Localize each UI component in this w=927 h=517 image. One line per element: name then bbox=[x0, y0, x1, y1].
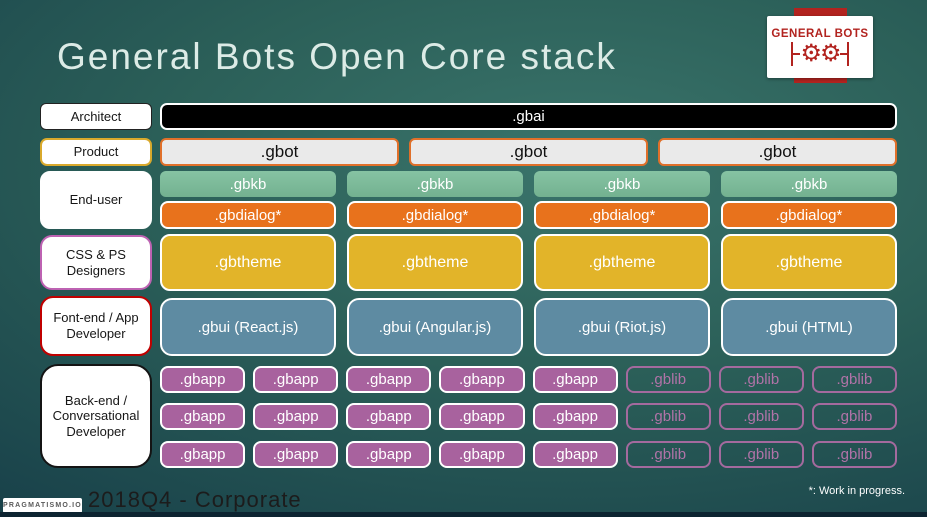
gblib-box: .gblib bbox=[625, 403, 711, 430]
gbtheme-row: .gbtheme .gbtheme .gbtheme .gbtheme bbox=[160, 234, 897, 291]
gbapp-box: .gbapp bbox=[439, 403, 525, 430]
gbui-angular-box: .gbui (Angular.js) bbox=[347, 298, 523, 356]
role-label-product: Product bbox=[40, 138, 152, 166]
gbdialog-box: .gbdialog* bbox=[721, 201, 897, 229]
gbtheme-box: .gbtheme bbox=[721, 234, 897, 291]
gbai-box: .gbai bbox=[160, 103, 897, 130]
role-label-frontend-app-developer: Font-end / App Developer bbox=[40, 296, 152, 356]
gbtheme-box: .gbtheme bbox=[347, 234, 523, 291]
pragmatismo-badge: PRAGMATISMO.IO bbox=[3, 498, 82, 513]
app-grid-row: .gbapp .gbapp .gbapp .gbapp .gbapp .gbli… bbox=[160, 441, 897, 468]
gbkb-box: .gbkb bbox=[534, 171, 710, 197]
role-label-backend-conversational-developer: Back-end / Conversational Developer bbox=[40, 364, 152, 468]
role-label-end-user: End-user bbox=[40, 171, 152, 229]
stack-diagram: .gbai .gbot .gbot .gbot .gbkb .gbkb .gbk… bbox=[160, 0, 897, 517]
gbdialog-box: .gbdialog* bbox=[160, 201, 336, 229]
gbui-html-box: .gbui (HTML) bbox=[721, 298, 897, 356]
gblib-box: .gblib bbox=[811, 366, 897, 393]
gblib-box: .gblib bbox=[718, 366, 804, 393]
gbdialog-box: .gbdialog* bbox=[347, 201, 523, 229]
gbapp-box: .gbapp bbox=[160, 366, 246, 393]
gbdialog-row: .gbdialog* .gbdialog* .gbdialog* .gbdial… bbox=[160, 201, 897, 229]
gbapp-box: .gbapp bbox=[253, 441, 339, 468]
gbapp-box: .gbapp bbox=[253, 366, 339, 393]
footer-text: 2018Q4 - Corporate bbox=[88, 487, 302, 512]
gbdialog-box: .gbdialog* bbox=[534, 201, 710, 229]
app-grid-row: .gbapp .gbapp .gbapp .gbapp .gbapp .gbli… bbox=[160, 366, 897, 393]
gbapp-box: .gbapp bbox=[160, 441, 246, 468]
gbkb-box: .gbkb bbox=[347, 171, 523, 197]
gbapp-box: .gbapp bbox=[160, 403, 246, 430]
gbapp-box: .gbapp bbox=[346, 403, 432, 430]
gbot-box: .gbot bbox=[160, 138, 399, 166]
gbai-row: .gbai bbox=[160, 103, 897, 130]
gbapp-box: .gbapp bbox=[439, 441, 525, 468]
gbapp-box: .gbapp bbox=[532, 403, 618, 430]
gbkb-row: .gbkb .gbkb .gbkb .gbkb bbox=[160, 171, 897, 197]
gblib-box: .gblib bbox=[718, 403, 804, 430]
gbapp-box: .gbapp bbox=[532, 366, 618, 393]
work-in-progress-footnote: *: Work in progress. bbox=[808, 485, 905, 497]
role-label-architect: Architect bbox=[40, 103, 152, 130]
gblib-box: .gblib bbox=[718, 441, 804, 468]
role-label-css-ps-designers: CSS & PS Designers bbox=[40, 235, 152, 290]
gbui-row: .gbui (React.js) .gbui (Angular.js) .gbu… bbox=[160, 298, 897, 356]
gbkb-box: .gbkb bbox=[721, 171, 897, 197]
gbot-row: .gbot .gbot .gbot bbox=[160, 138, 897, 166]
gbapp-box: .gbapp bbox=[346, 366, 432, 393]
gbui-riot-box: .gbui (Riot.js) bbox=[534, 298, 710, 356]
slide-bottom-edge bbox=[0, 512, 927, 517]
gblib-box: .gblib bbox=[625, 441, 711, 468]
gbapp-box: .gbapp bbox=[439, 366, 525, 393]
gbapp-box: .gbapp bbox=[346, 441, 432, 468]
gblib-box: .gblib bbox=[625, 366, 711, 393]
gbot-box: .gbot bbox=[409, 138, 648, 166]
gbot-box: .gbot bbox=[658, 138, 897, 166]
gblib-box: .gblib bbox=[811, 441, 897, 468]
gbui-react-box: .gbui (React.js) bbox=[160, 298, 336, 356]
gblib-box: .gblib bbox=[811, 403, 897, 430]
gbapp-box: .gbapp bbox=[253, 403, 339, 430]
gbapp-box: .gbapp bbox=[532, 441, 618, 468]
app-grid-row: .gbapp .gbapp .gbapp .gbapp .gbapp .gbli… bbox=[160, 403, 897, 430]
slide: General Bots Open Core stack GENERAL BOT… bbox=[0, 0, 927, 517]
gbtheme-box: .gbtheme bbox=[160, 234, 336, 291]
gbkb-box: .gbkb bbox=[160, 171, 336, 197]
gbtheme-box: .gbtheme bbox=[534, 234, 710, 291]
